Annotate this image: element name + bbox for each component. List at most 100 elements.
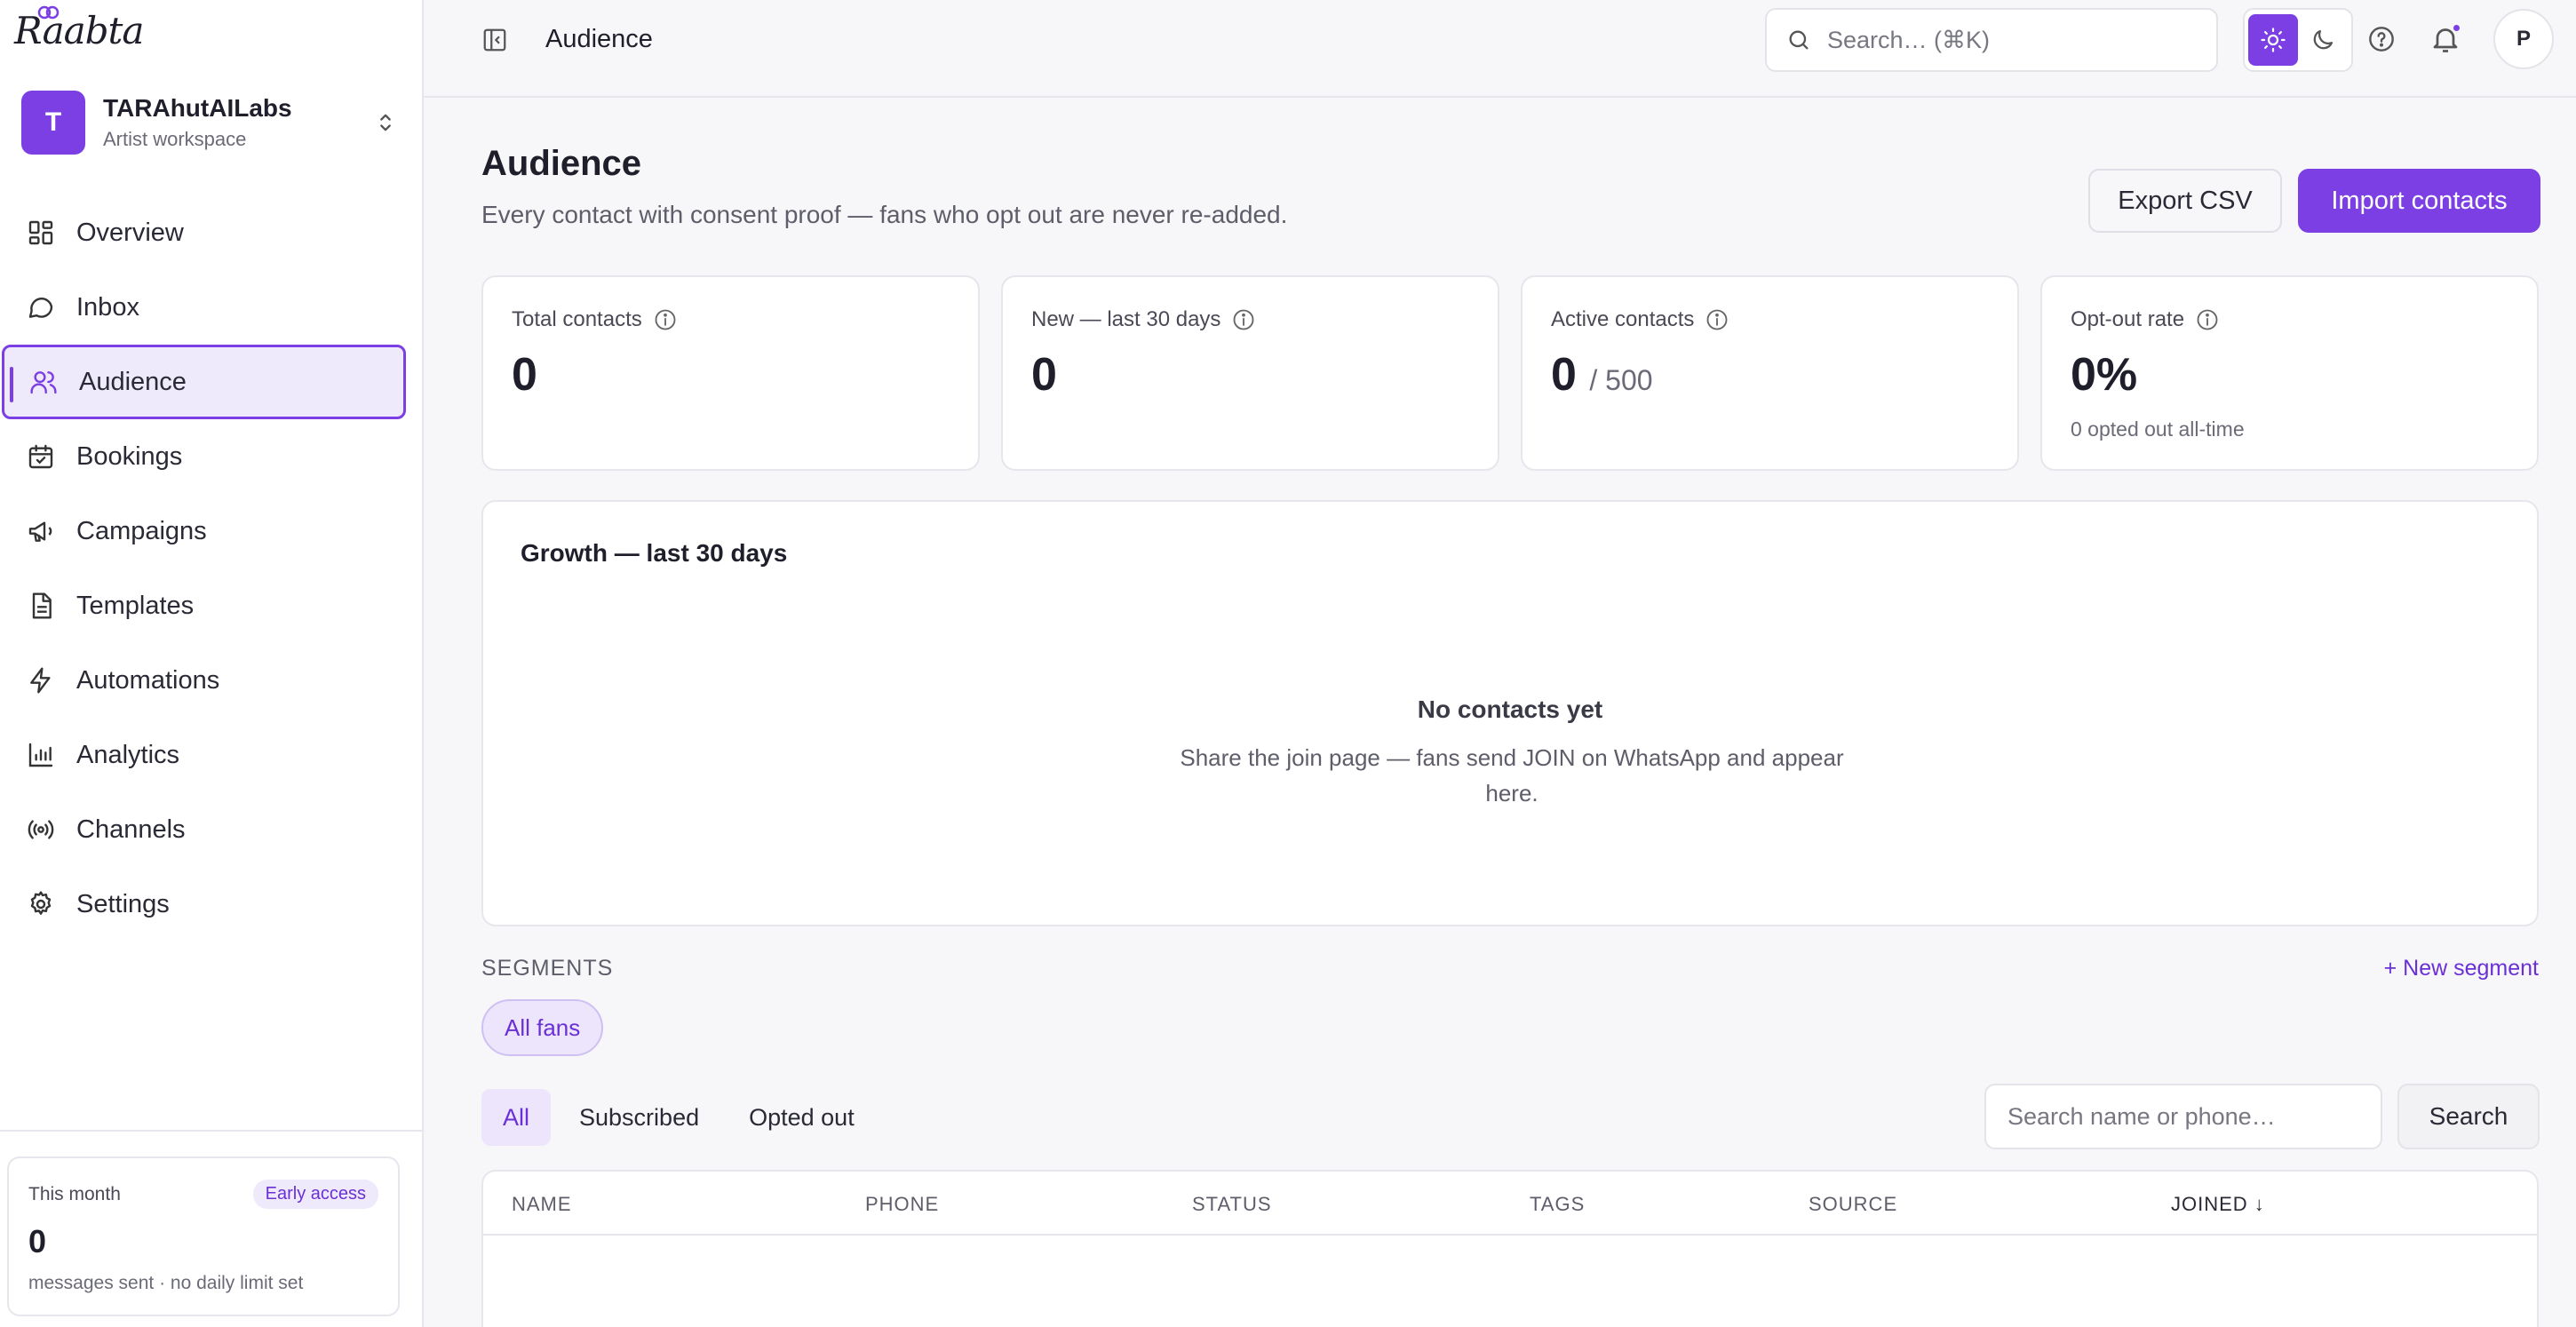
sidebar-nav: Overview Inbox Audience Bookings Campaig…: [0, 195, 424, 942]
sidebar-item-campaigns[interactable]: Campaigns: [0, 494, 424, 568]
stat-card-active-contacts: Active contacts 0 / 500: [1521, 275, 2019, 471]
column-header-joined[interactable]: JOINED ↓: [2171, 1193, 2265, 1216]
stat-value: 0: [1551, 349, 1577, 401]
stat-label: New — last 30 days: [1031, 307, 1221, 331]
sidebar-item-label: Automations: [76, 665, 220, 695]
usage-subtitle: messages sent · no daily limit set: [28, 1273, 304, 1293]
sidebar-item-overview[interactable]: Overview: [0, 195, 424, 270]
logo-mark-icon: [37, 5, 60, 20]
sidebar-item-settings[interactable]: Settings: [0, 867, 424, 942]
sidebar: Raabta T TARAhutAILabs Artist workspace …: [0, 0, 424, 1327]
lightning-icon: [30, 667, 51, 694]
stat-value: 0%: [2071, 349, 2138, 401]
grid-icon: [28, 220, 53, 245]
info-icon[interactable]: [1231, 307, 1256, 332]
global-search[interactable]: [1765, 8, 2218, 72]
workspace-avatar: T: [21, 91, 85, 155]
global-search-input[interactable]: [1827, 26, 2200, 54]
sidebar-item-label: Inbox: [76, 292, 139, 322]
stat-card-total-contacts: Total contacts 0: [481, 275, 980, 471]
column-header-phone[interactable]: PHONE: [865, 1193, 939, 1216]
sidebar-item-label: Overview: [76, 218, 184, 247]
sidebar-item-label: Campaigns: [76, 516, 207, 545]
sidebar-collapse-icon[interactable]: [481, 27, 508, 53]
user-avatar[interactable]: P: [2493, 9, 2554, 69]
growth-chart-card: Growth — last 30 days No contacts yet Sh…: [481, 500, 2539, 926]
status-filter-tabs: All Subscribed Opted out: [481, 1089, 883, 1146]
gear-icon: [30, 891, 52, 915]
sidebar-item-templates[interactable]: Templates: [0, 568, 424, 643]
sidebar-footer: This month Early access 0 messages sent …: [0, 1130, 424, 1327]
sidebar-item-label: Bookings: [76, 441, 183, 471]
notifications-button[interactable]: [2429, 23, 2461, 55]
contacts-search-input[interactable]: [1984, 1084, 2382, 1149]
moon-icon: [2313, 29, 2334, 50]
tab-subscribed[interactable]: Subscribed: [558, 1089, 720, 1146]
megaphone-icon: [28, 521, 52, 542]
tab-opted-out[interactable]: Opted out: [727, 1089, 876, 1146]
growth-title: Growth — last 30 days: [521, 539, 788, 567]
table-header: NAME PHONE STATUS TAGS SOURCE JOINED ↓: [483, 1172, 2537, 1236]
column-header-status[interactable]: STATUS: [1192, 1193, 1272, 1216]
stat-subtitle: 0 opted out all-time: [2071, 417, 2245, 441]
stat-value: 0: [1031, 349, 1057, 401]
search-icon: [1789, 30, 1809, 50]
chevron-up-down-icon: [380, 114, 391, 131]
sidebar-item-inbox[interactable]: Inbox: [0, 270, 424, 345]
usage-card: This month Early access 0 messages sent …: [7, 1156, 400, 1316]
dark-mode-button[interactable]: [2298, 14, 2348, 66]
stat-label: Total contacts: [512, 307, 642, 331]
users-icon: [30, 371, 57, 394]
column-header-tags[interactable]: TAGS: [1530, 1193, 1585, 1216]
topbar-title: Audience: [545, 25, 653, 53]
notification-dot: [2452, 23, 2461, 33]
sidebar-item-label: Channels: [76, 814, 186, 844]
stat-card-new-contacts: New — last 30 days 0: [1001, 275, 1499, 471]
contacts-search-button[interactable]: Search: [2397, 1084, 2540, 1149]
new-segment-link[interactable]: + New segment: [2384, 956, 2539, 981]
stat-card-opt-out-rate: Opt-out rate 0% 0 opted out all-time: [2040, 275, 2539, 471]
broadcast-icon: [28, 820, 54, 839]
sidebar-item-bookings[interactable]: Bookings: [0, 419, 424, 494]
sidebar-item-label: Templates: [76, 591, 195, 620]
segment-chip-all-fans[interactable]: All fans: [481, 999, 604, 1056]
workspace-subtitle: Artist workspace: [103, 128, 247, 150]
tab-all[interactable]: All: [481, 1089, 552, 1146]
light-mode-button[interactable]: [2248, 14, 2298, 66]
bar-chart-icon: [28, 743, 53, 767]
sidebar-item-channels[interactable]: Channels: [0, 792, 424, 867]
usage-label: This month: [28, 1183, 121, 1204]
logo-text: Raabta: [14, 9, 144, 52]
sidebar-item-automations[interactable]: Automations: [0, 643, 424, 718]
export-csv-button[interactable]: Export CSV: [2088, 169, 2282, 233]
page-title: Audience: [481, 144, 642, 183]
column-header-name[interactable]: NAME: [512, 1193, 572, 1216]
stat-label: Opt-out rate: [2071, 307, 2185, 331]
workspace-switcher[interactable]: T TARAhutAILabs Artist workspace: [21, 91, 403, 155]
help-icon[interactable]: [2367, 25, 2396, 53]
import-contacts-button[interactable]: Import contacts: [2298, 169, 2540, 233]
stat-value: 0: [512, 349, 537, 401]
empty-state-description: Share the join page — fans send JOIN on …: [1180, 744, 1844, 807]
sidebar-item-label: Audience: [79, 367, 187, 396]
sun-icon: [2261, 28, 2286, 52]
page-subtitle: Every contact with consent proof — fans …: [481, 201, 1288, 228]
workspace-name: TARAhutAILabs: [103, 94, 292, 122]
calendar-check-icon: [28, 444, 53, 469]
sidebar-item-label: Settings: [76, 889, 170, 918]
contacts-table: NAME PHONE STATUS TAGS SOURCE JOINED ↓: [481, 1170, 2539, 1327]
column-header-source[interactable]: SOURCE: [1809, 1193, 1897, 1216]
chat-bubble-icon: [28, 298, 53, 318]
sidebar-item-audience[interactable]: Audience: [2, 345, 406, 419]
info-icon[interactable]: [653, 307, 678, 332]
info-icon[interactable]: [2195, 307, 2220, 332]
sidebar-item-analytics[interactable]: Analytics: [0, 718, 424, 792]
theme-toggle: [2243, 8, 2353, 72]
stat-limit: / 500: [1589, 364, 1653, 396]
usage-value: 0: [28, 1223, 47, 1259]
segments-heading: SEGMENTS: [481, 956, 614, 981]
info-icon[interactable]: [1705, 307, 1729, 332]
sidebar-item-label: Analytics: [76, 740, 180, 769]
early-access-badge: Early access: [252, 1180, 378, 1209]
app-logo[interactable]: Raabta: [14, 5, 144, 52]
